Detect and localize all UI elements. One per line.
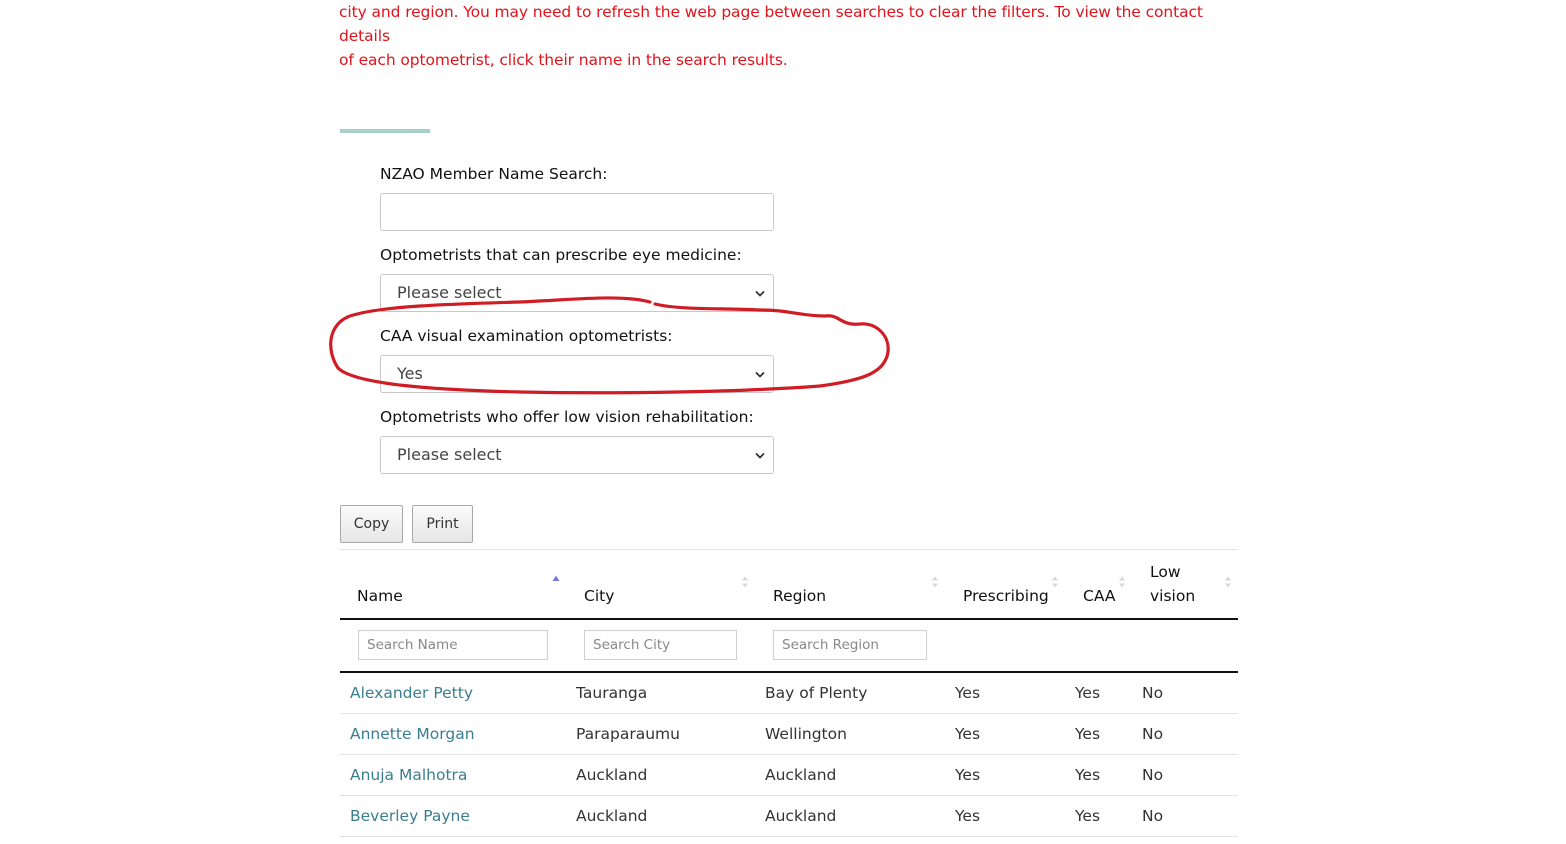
optometrist-name-link[interactable]: Annette Morgan bbox=[350, 722, 475, 746]
region-cell: Wellington bbox=[765, 725, 847, 743]
header-low-vision-line-1: Low bbox=[1150, 563, 1181, 581]
column-header-city[interactable]: City bbox=[584, 584, 614, 608]
chevron-down-icon bbox=[751, 275, 769, 311]
search-row-divider bbox=[340, 671, 1238, 673]
caa-filter-label: CAA visual examination optometrists: bbox=[380, 327, 673, 345]
prescribing-cell: Yes bbox=[955, 807, 981, 825]
print-button[interactable]: Print bbox=[412, 505, 473, 543]
column-header-caa[interactable]: CAA bbox=[1083, 584, 1115, 608]
caa-cell: Yes bbox=[1075, 725, 1101, 743]
low-vision-cell: No bbox=[1142, 766, 1164, 784]
low-vision-filter-select[interactable]: Please select bbox=[380, 436, 774, 474]
search-name-input[interactable]: Search Name bbox=[358, 630, 548, 660]
prescribe-filter-label: Optometrists that can prescribe eye medi… bbox=[380, 246, 742, 264]
sort-both-icon[interactable] bbox=[1051, 575, 1059, 589]
city-cell: Auckland bbox=[576, 766, 648, 784]
optometrist-name-link[interactable]: Alexander Petty bbox=[350, 681, 473, 705]
region-cell: Auckland bbox=[765, 807, 837, 825]
row-divider bbox=[340, 713, 1238, 714]
filter-form: NZAO Member Name Search: Optometrists th… bbox=[380, 160, 774, 486]
low-vision-filter-label: Optometrists who offer low vision rehabi… bbox=[380, 408, 754, 426]
column-header-prescribing[interactable]: Prescribing bbox=[963, 584, 1049, 608]
prescribing-cell: Yes bbox=[955, 684, 981, 702]
copy-button[interactable]: Copy bbox=[340, 505, 403, 543]
row-divider bbox=[340, 795, 1238, 796]
column-header-low-vision[interactable]: Low vision bbox=[1150, 560, 1195, 608]
prescribe-selected-value: Please select bbox=[397, 283, 502, 302]
city-cell: Paraparaumu bbox=[576, 725, 680, 743]
low-vision-selected-value: Please select bbox=[397, 445, 502, 464]
low-vision-cell: No bbox=[1142, 684, 1164, 702]
name-search-label: NZAO Member Name Search: bbox=[380, 165, 608, 183]
low-vision-cell: No bbox=[1142, 807, 1164, 825]
caa-cell: Yes bbox=[1075, 807, 1101, 825]
chevron-down-icon bbox=[751, 356, 769, 392]
region-cell: Bay of Plenty bbox=[765, 684, 868, 702]
sort-both-icon[interactable] bbox=[1224, 575, 1232, 589]
section-accent-divider bbox=[340, 129, 430, 133]
row-divider bbox=[340, 754, 1238, 755]
caa-cell: Yes bbox=[1075, 684, 1101, 702]
prescribe-filter-select[interactable]: Please select bbox=[380, 274, 774, 312]
member-name-search-input[interactable] bbox=[380, 193, 774, 231]
caa-cell: Yes bbox=[1075, 766, 1101, 784]
caa-selected-value: Yes bbox=[397, 364, 423, 383]
prescribing-cell: Yes bbox=[955, 766, 981, 784]
sort-both-icon[interactable] bbox=[1118, 575, 1126, 589]
region-cell: Auckland bbox=[765, 766, 837, 784]
column-header-name[interactable]: Name bbox=[357, 584, 403, 608]
low-vision-cell: No bbox=[1142, 725, 1164, 743]
search-region-input[interactable]: Search Region bbox=[773, 630, 927, 660]
caa-filter-select[interactable]: Yes bbox=[380, 355, 774, 393]
optometrist-name-link[interactable]: Anuja Malhotra bbox=[350, 763, 467, 787]
sort-both-icon[interactable] bbox=[931, 575, 939, 589]
header-divider bbox=[340, 618, 1238, 620]
prescribing-cell: Yes bbox=[955, 725, 981, 743]
sort-ascending-icon[interactable] bbox=[552, 573, 560, 587]
header-low-vision-line-2: vision bbox=[1150, 587, 1196, 605]
sort-both-icon[interactable] bbox=[741, 575, 749, 589]
city-cell: Auckland bbox=[576, 807, 648, 825]
optometrist-name-link[interactable]: Beverley Payne bbox=[350, 804, 470, 828]
search-instructions: city and region. You may need to refresh… bbox=[339, 0, 1239, 72]
column-header-region[interactable]: Region bbox=[773, 584, 826, 608]
chevron-down-icon bbox=[751, 437, 769, 473]
table-top-divider bbox=[340, 549, 1238, 550]
city-cell: Tauranga bbox=[576, 684, 648, 702]
instructions-line-2: of each optometrist, click their name in… bbox=[339, 51, 788, 69]
row-divider bbox=[340, 836, 1238, 837]
search-city-input[interactable]: Search City bbox=[584, 630, 737, 660]
instructions-line-1: city and region. You may need to refresh… bbox=[339, 3, 1203, 45]
